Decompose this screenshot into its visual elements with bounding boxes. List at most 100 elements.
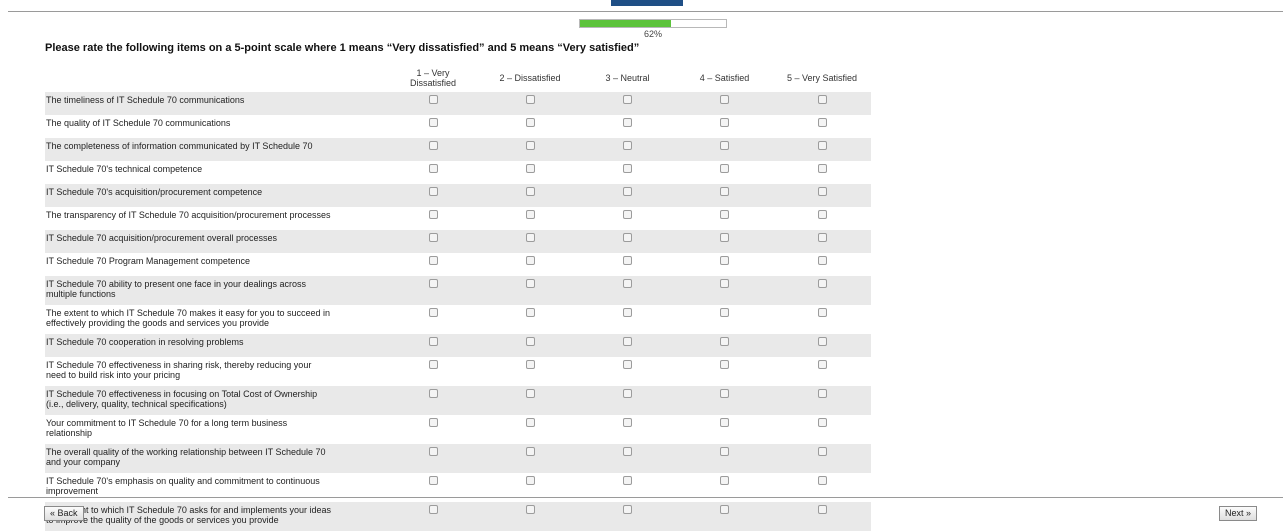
rating-checkbox-4[interactable] (720, 279, 729, 288)
rating-checkbox-2[interactable] (525, 95, 535, 104)
rating-checkbox-1[interactable] (428, 418, 438, 427)
rating-checkbox-2[interactable] (525, 476, 535, 485)
rating-checkbox-3[interactable] (623, 505, 632, 514)
rating-checkbox-2[interactable] (525, 505, 535, 514)
rating-checkbox-2[interactable] (525, 256, 535, 265)
rating-checkbox-1[interactable] (428, 505, 438, 514)
rating-checkbox-3[interactable] (623, 476, 632, 485)
rating-checkbox-5[interactable] (817, 95, 827, 104)
rating-checkbox-5[interactable] (817, 256, 827, 265)
rating-checkbox-3[interactable] (623, 141, 632, 150)
rating-checkbox-1[interactable] (428, 360, 438, 369)
back-button[interactable]: « Back (44, 506, 84, 521)
rating-cell (481, 444, 579, 473)
rating-checkbox-5[interactable] (817, 308, 827, 317)
rating-checkbox-5[interactable] (817, 233, 827, 242)
rating-checkbox-4[interactable] (720, 389, 729, 398)
rating-checkbox-4[interactable] (720, 118, 729, 127)
rating-checkbox-3[interactable] (623, 187, 632, 196)
rating-checkbox-4[interactable] (720, 210, 729, 219)
rating-checkbox-5[interactable] (817, 418, 827, 427)
rating-checkbox-1[interactable] (428, 256, 438, 265)
rating-checkbox-5[interactable] (817, 210, 827, 219)
rating-checkbox-3[interactable] (623, 95, 632, 104)
rating-checkbox-3[interactable] (623, 389, 632, 398)
rating-checkbox-1[interactable] (428, 118, 438, 127)
rating-checkbox-5[interactable] (817, 447, 827, 456)
rating-checkbox-5[interactable] (817, 164, 827, 173)
rating-checkbox-1[interactable] (428, 308, 438, 317)
rating-checkbox-5[interactable] (817, 476, 827, 485)
scale-header-text: Dissatisfied (409, 77, 456, 88)
rating-cell (676, 444, 773, 473)
rating-checkbox-4[interactable] (720, 141, 729, 150)
rating-checkbox-1[interactable] (428, 279, 438, 288)
rating-checkbox-2[interactable] (525, 447, 535, 456)
rating-cell (385, 161, 481, 184)
rating-checkbox-1[interactable] (428, 389, 438, 398)
rating-checkbox-3[interactable] (623, 118, 632, 127)
rating-cell (579, 357, 676, 386)
rating-checkbox-5[interactable] (817, 505, 827, 514)
rating-checkbox-3[interactable] (623, 233, 632, 242)
rating-checkbox-4[interactable] (720, 505, 729, 514)
rating-checkbox-2[interactable] (525, 337, 535, 346)
rating-checkbox-2[interactable] (525, 164, 535, 173)
rating-checkbox-4[interactable] (720, 308, 729, 317)
rating-checkbox-2[interactable] (525, 187, 535, 196)
rating-checkbox-3[interactable] (623, 418, 632, 427)
rating-checkbox-3[interactable] (623, 256, 632, 265)
rating-checkbox-4[interactable] (720, 95, 729, 104)
rating-checkbox-2[interactable] (525, 418, 535, 427)
rating-checkbox-1[interactable] (428, 210, 438, 219)
rating-checkbox-1[interactable] (428, 187, 438, 196)
rating-cell (481, 161, 579, 184)
rating-checkbox-3[interactable] (623, 337, 632, 346)
rating-checkbox-4[interactable] (720, 476, 729, 485)
rating-checkbox-5[interactable] (817, 187, 827, 196)
rating-checkbox-3[interactable] (623, 360, 632, 369)
rating-checkbox-5[interactable] (817, 118, 827, 127)
rating-checkbox-4[interactable] (720, 256, 729, 265)
rating-checkbox-1[interactable] (428, 337, 438, 346)
rating-checkbox-1[interactable] (428, 141, 438, 150)
rating-checkbox-5[interactable] (817, 389, 827, 398)
rating-checkbox-4[interactable] (720, 233, 729, 242)
rating-checkbox-2[interactable] (525, 233, 535, 242)
rating-checkbox-3[interactable] (623, 279, 632, 288)
rating-checkbox-3[interactable] (623, 164, 632, 173)
next-button[interactable]: Next » (1219, 506, 1258, 521)
rating-checkbox-4[interactable] (720, 447, 729, 456)
rating-cell (481, 502, 579, 531)
rating-checkbox-3[interactable] (623, 308, 632, 317)
item-label: IT Schedule 70's technical competence (45, 161, 385, 184)
rating-checkbox-1[interactable] (428, 447, 438, 456)
item-label: IT Schedule 70 effectiveness in sharing … (45, 357, 385, 386)
rating-checkbox-2[interactable] (525, 118, 535, 127)
rating-cell (773, 161, 871, 184)
rating-cell (773, 502, 871, 531)
rating-checkbox-2[interactable] (525, 141, 535, 150)
rating-checkbox-2[interactable] (525, 279, 535, 288)
rating-checkbox-5[interactable] (817, 337, 827, 346)
rating-checkbox-5[interactable] (817, 360, 827, 369)
rating-checkbox-1[interactable] (428, 476, 438, 485)
scale-header-text: 4 – Satisfied (699, 72, 750, 83)
rating-checkbox-4[interactable] (720, 337, 729, 346)
rating-checkbox-2[interactable] (525, 360, 535, 369)
rating-checkbox-4[interactable] (720, 360, 729, 369)
table-row: IT Schedule 70 ability to present one fa… (45, 276, 871, 305)
rating-checkbox-2[interactable] (525, 210, 535, 219)
rating-checkbox-4[interactable] (720, 187, 729, 196)
rating-checkbox-5[interactable] (817, 141, 827, 150)
rating-checkbox-4[interactable] (720, 418, 729, 427)
rating-checkbox-5[interactable] (817, 279, 827, 288)
rating-checkbox-1[interactable] (428, 95, 438, 104)
rating-checkbox-4[interactable] (720, 164, 729, 173)
rating-checkbox-2[interactable] (525, 308, 535, 317)
rating-checkbox-1[interactable] (428, 164, 438, 173)
rating-checkbox-1[interactable] (428, 233, 438, 242)
rating-checkbox-3[interactable] (623, 210, 632, 219)
rating-checkbox-3[interactable] (623, 447, 632, 456)
rating-checkbox-2[interactable] (525, 389, 535, 398)
